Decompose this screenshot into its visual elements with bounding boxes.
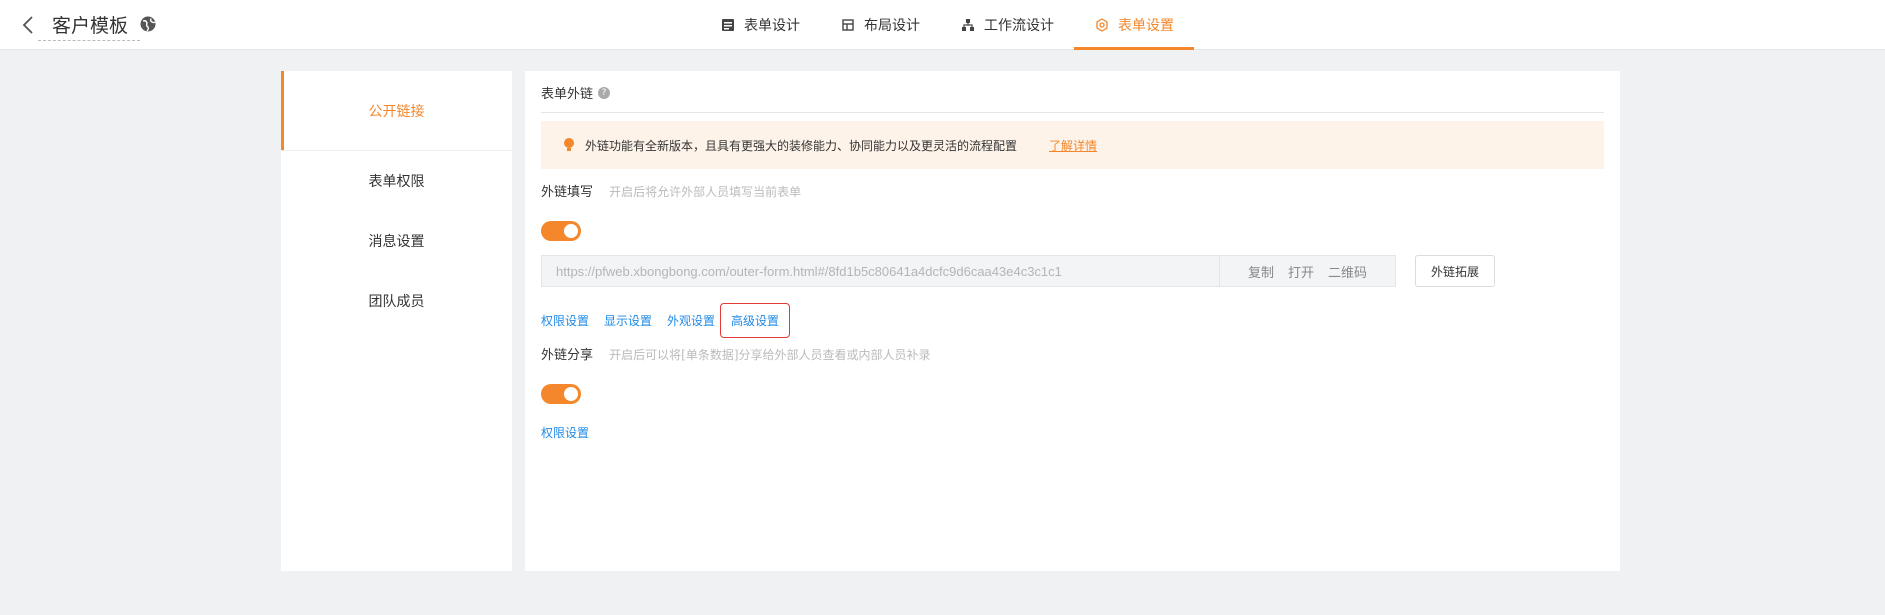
form-icon <box>720 17 736 33</box>
tab-workflow-design[interactable]: 工作流设计 <box>940 0 1074 50</box>
open-button[interactable]: 打开 <box>1288 262 1314 281</box>
toggle-knob <box>564 224 578 238</box>
share-toggle[interactable] <box>541 384 581 404</box>
sidebar-item-label: 团队成员 <box>368 294 425 310</box>
share-label: 外链分享 <box>541 348 594 363</box>
divider <box>541 112 1604 113</box>
copy-button[interactable]: 复制 <box>1248 262 1274 281</box>
share-hint: 开启后可以将[单条数据]分享给外部人员查看或内部人员补录 <box>609 348 931 362</box>
fill-label: 外链填写 <box>541 185 594 200</box>
url-actions: 复制 打开 二维码 <box>1219 255 1396 287</box>
top-bar: 客户模板 表单设计 布局设计 工作流设计 表单设置 <box>0 0 1885 50</box>
help-icon[interactable]: ? <box>598 86 611 99</box>
gear-icon <box>1094 17 1110 33</box>
permission-settings-link[interactable]: 权限设置 <box>541 312 589 329</box>
main-panel: 表单外链 ? 外链功能有全新版本，且具有更强大的装修能力、协同能力以及更灵活的流… <box>525 71 1620 571</box>
sidebar-item-label: 消息设置 <box>368 234 425 250</box>
share-permission-settings-link[interactable]: 权限设置 <box>541 424 589 441</box>
page-title-container[interactable]: 客户模板 <box>38 9 141 41</box>
learn-more-link[interactable]: 了解详情 <box>1049 137 1097 154</box>
tab-label: 表单设置 <box>1118 18 1174 34</box>
advanced-settings-link[interactable]: 高级设置 <box>720 303 791 338</box>
globe-icon[interactable] <box>138 14 158 34</box>
appearance-settings-link[interactable]: 外观设置 <box>667 312 715 329</box>
notice-banner: 外链功能有全新版本，且具有更强大的装修能力、协同能力以及更灵活的流程配置 了解详… <box>541 121 1604 169</box>
sidebar-item-message-settings[interactable]: 消息设置 <box>281 211 512 271</box>
sidebar-item-label: 表单权限 <box>368 174 425 190</box>
workflow-icon <box>960 17 976 33</box>
tab-label: 工作流设计 <box>984 18 1054 34</box>
fill-hint: 开启后将允许外部人员填写当前表单 <box>609 185 802 199</box>
chevron-left-icon[interactable] <box>18 13 40 37</box>
tab-form-design[interactable]: 表单设计 <box>700 0 820 50</box>
display-settings-link[interactable]: 显示设置 <box>604 312 652 329</box>
section-title-text: 表单外链 <box>541 87 594 102</box>
sidebar-item-label: 公开链接 <box>368 103 425 120</box>
tab-form-settings[interactable]: 表单设置 <box>1074 0 1194 50</box>
tab-label: 布局设计 <box>864 18 920 34</box>
notice-text: 外链功能有全新版本，且具有更强大的装修能力、协同能力以及更灵活的流程配置 <box>585 138 1018 153</box>
tab-layout-design[interactable]: 布局设计 <box>820 0 940 50</box>
fill-row-label: 外链填写 开启后将允许外部人员填写当前表单 <box>541 181 801 200</box>
lightbulb-icon <box>563 137 575 153</box>
sidebar-item-form-permissions[interactable]: 表单权限 <box>281 151 512 211</box>
sidebar-item-team-members[interactable]: 团队成员 <box>281 271 512 331</box>
sidebar-item-public-link[interactable]: 公开链接 <box>281 71 512 151</box>
share-url-field[interactable]: https://pfweb.xbongbong.com/outer-form.h… <box>541 255 1219 287</box>
fill-toggle[interactable] <box>541 221 581 241</box>
settings-sidebar: 公开链接 表单权限 消息设置 团队成员 <box>281 71 512 571</box>
section-title: 表单外链 ? <box>541 83 611 102</box>
design-tabs: 表单设计 布局设计 工作流设计 表单设置 <box>700 0 1194 50</box>
page-title: 客户模板 <box>52 15 129 37</box>
layout-icon <box>840 17 856 33</box>
toggle-knob <box>564 387 578 401</box>
fill-settings-links: 权限设置 显示设置 外观设置 高级设置 <box>541 303 805 338</box>
share-row-label: 外链分享 开启后可以将[单条数据]分享给外部人员查看或内部人员补录 <box>541 344 931 363</box>
extend-link-button[interactable]: 外链拓展 <box>1415 255 1495 287</box>
share-url-text: https://pfweb.xbongbong.com/outer-form.h… <box>556 263 1062 279</box>
tab-label: 表单设计 <box>744 18 800 34</box>
qrcode-button[interactable]: 二维码 <box>1328 262 1367 281</box>
